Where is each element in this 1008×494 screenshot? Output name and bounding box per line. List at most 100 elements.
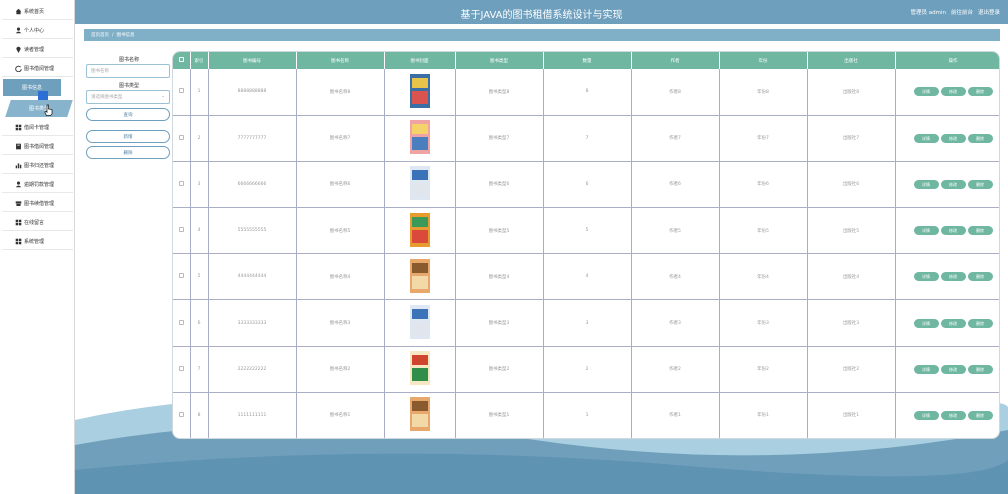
row-select[interactable] (173, 253, 191, 301)
sidebar-item-readers[interactable]: 读者管理 (2, 41, 73, 58)
detail-button[interactable]: 详情 (913, 87, 939, 97)
header-select[interactable] (173, 52, 191, 69)
detail-button[interactable]: 详情 (913, 410, 939, 420)
row-select[interactable] (173, 115, 191, 162)
sidebar-item-book-manage[interactable]: 图书借阅管理 (2, 60, 73, 77)
query-button[interactable]: 查询 (86, 108, 170, 121)
delete-row-button[interactable]: 删除 (967, 133, 993, 143)
row-select[interactable] (173, 69, 191, 116)
row-checkbox[interactable] (178, 227, 184, 233)
row-select[interactable] (173, 161, 191, 209)
detail-button[interactable]: 详情 (913, 133, 939, 143)
row-actions: 详情 修改 删除 (895, 253, 999, 301)
row-actions: 详情 修改 删除 (895, 69, 999, 116)
detail-button[interactable]: 详情 (913, 272, 939, 282)
header-type: 图书类型 (455, 52, 544, 69)
row-code: 2222222222 (208, 346, 297, 393)
delete-row-button[interactable]: 删除 (967, 318, 993, 328)
row-actions: 详情 修改 删除 (895, 207, 999, 255)
sidebar-item-book-info[interactable]: 图书信息 (3, 79, 61, 96)
detail-button[interactable]: 详情 (913, 364, 939, 374)
row-cover (384, 69, 456, 116)
sidebar-item-card[interactable]: 借阅卡管理 (2, 119, 73, 136)
edit-button[interactable]: 修改 (940, 318, 966, 328)
breadcrumb-current: 图书信息 (116, 33, 135, 38)
row-index: 2 (190, 115, 209, 162)
book-type-select[interactable]: 请选择图书类型 ⌄ (86, 90, 170, 104)
delete-row-button[interactable]: 删除 (967, 179, 993, 189)
refresh-icon (15, 65, 22, 72)
sidebar-item-fine[interactable]: 逾期罚款管理 (2, 176, 73, 193)
row-publisher: 出版社1 (807, 392, 896, 438)
row-checkbox[interactable] (178, 319, 184, 325)
edit-button[interactable]: 修改 (940, 410, 966, 420)
row-checkbox[interactable] (178, 365, 184, 371)
row-publisher: 出版社6 (807, 161, 896, 209)
edit-button[interactable]: 修改 (940, 87, 966, 97)
sidebar: 系统首页 个人中心 读者管理 图书借阅管理 图书信息 图书类型 借阅卡管理 图书… (0, 0, 75, 494)
row-select[interactable] (173, 207, 191, 255)
book-cover-image (409, 120, 430, 155)
row-checkbox[interactable] (178, 180, 184, 186)
front-link[interactable]: 前往前台 (951, 8, 973, 16)
row-select[interactable] (173, 299, 191, 347)
header-index: 索引 (190, 52, 209, 69)
sidebar-item-system[interactable]: 系统管理 (2, 233, 73, 250)
detail-button[interactable]: 详情 (913, 318, 939, 328)
delete-row-button[interactable]: 删除 (967, 226, 993, 236)
sidebar-item-borrow[interactable]: 图书借阅管理 (2, 138, 73, 155)
edit-button[interactable]: 修改 (940, 272, 966, 282)
table-row: 6 3333333333 图书名称3 图书类型3 3 作者3 年份3 出版社3 详情 修改 删除 (173, 299, 999, 347)
header-qty: 数量 (543, 52, 632, 69)
row-qty: 6 (543, 161, 632, 209)
sidebar-item-renew[interactable]: 图书续借管理 (2, 195, 73, 212)
edit-button[interactable]: 修改 (940, 226, 966, 236)
header-user-area: 管理员 admin 前往前台 退出登录 (910, 8, 1000, 16)
row-name: 图书名称6 (296, 161, 385, 209)
detail-button[interactable]: 详情 (913, 179, 939, 189)
book-cover-image (409, 212, 430, 247)
book-cover-image (409, 305, 430, 340)
header-actions: 操作 (895, 52, 999, 69)
logout-link[interactable]: 退出登录 (978, 8, 1000, 16)
header-name: 图书名称 (296, 52, 385, 69)
row-publisher: 出版社5 (807, 207, 896, 255)
box-icon (15, 201, 22, 206)
user-icon (15, 27, 22, 34)
delete-row-button[interactable]: 删除 (967, 87, 993, 97)
row-checkbox[interactable] (178, 273, 184, 279)
row-checkbox[interactable] (178, 411, 184, 417)
row-index: 8 (190, 392, 209, 438)
breadcrumb-home[interactable]: 首页首页 (91, 32, 109, 38)
row-qty: 8 (543, 69, 632, 116)
row-index: 1 (190, 69, 209, 116)
delete-button[interactable]: 删除 (86, 146, 170, 159)
user-icon (15, 181, 22, 188)
row-checkbox[interactable] (178, 88, 184, 94)
book-name-input[interactable]: 图书名称 (86, 64, 170, 78)
sidebar-item-book-type[interactable]: 图书类型 (5, 100, 73, 117)
detail-button[interactable]: 详情 (913, 226, 939, 236)
row-select[interactable] (173, 346, 191, 393)
select-all-checkbox[interactable] (178, 57, 184, 62)
row-year: 年份5 (719, 207, 808, 255)
row-actions: 详情 修改 删除 (895, 346, 999, 393)
row-year: 年份4 (719, 253, 808, 301)
row-cover (384, 161, 456, 209)
delete-row-button[interactable]: 删除 (967, 410, 993, 420)
edit-button[interactable]: 修改 (940, 179, 966, 189)
row-qty: 1 (543, 392, 632, 438)
edit-button[interactable]: 修改 (940, 364, 966, 374)
edit-button[interactable]: 修改 (940, 133, 966, 143)
row-select[interactable] (173, 392, 191, 438)
row-checkbox[interactable] (178, 134, 184, 140)
sidebar-item-message[interactable]: 在线留言 (2, 214, 73, 231)
chart-icon (15, 163, 22, 169)
add-button[interactable]: 新增 (86, 130, 170, 143)
sidebar-item-profile[interactable]: 个人中心 (2, 22, 73, 39)
delete-row-button[interactable]: 删除 (967, 364, 993, 374)
sidebar-item-home[interactable]: 系统首页 (2, 3, 73, 20)
book-name-label: 图书名称 (118, 57, 139, 63)
delete-row-button[interactable]: 删除 (967, 272, 993, 282)
sidebar-item-return[interactable]: 图书归还管理 (2, 157, 73, 174)
